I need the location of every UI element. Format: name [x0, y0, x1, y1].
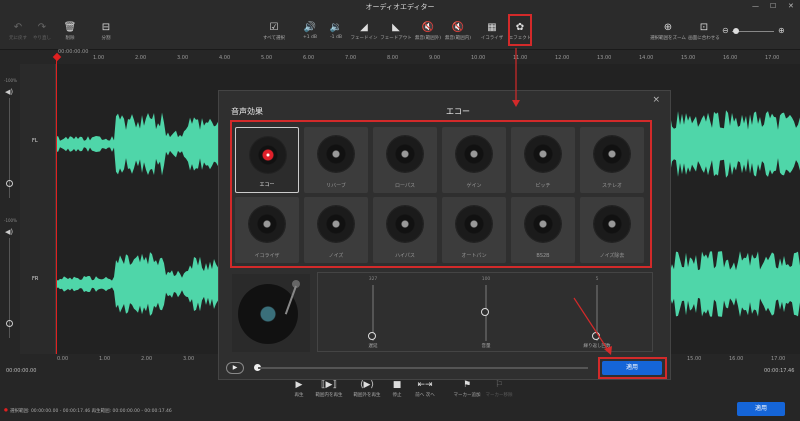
annotation-arrows [512, 48, 612, 355]
